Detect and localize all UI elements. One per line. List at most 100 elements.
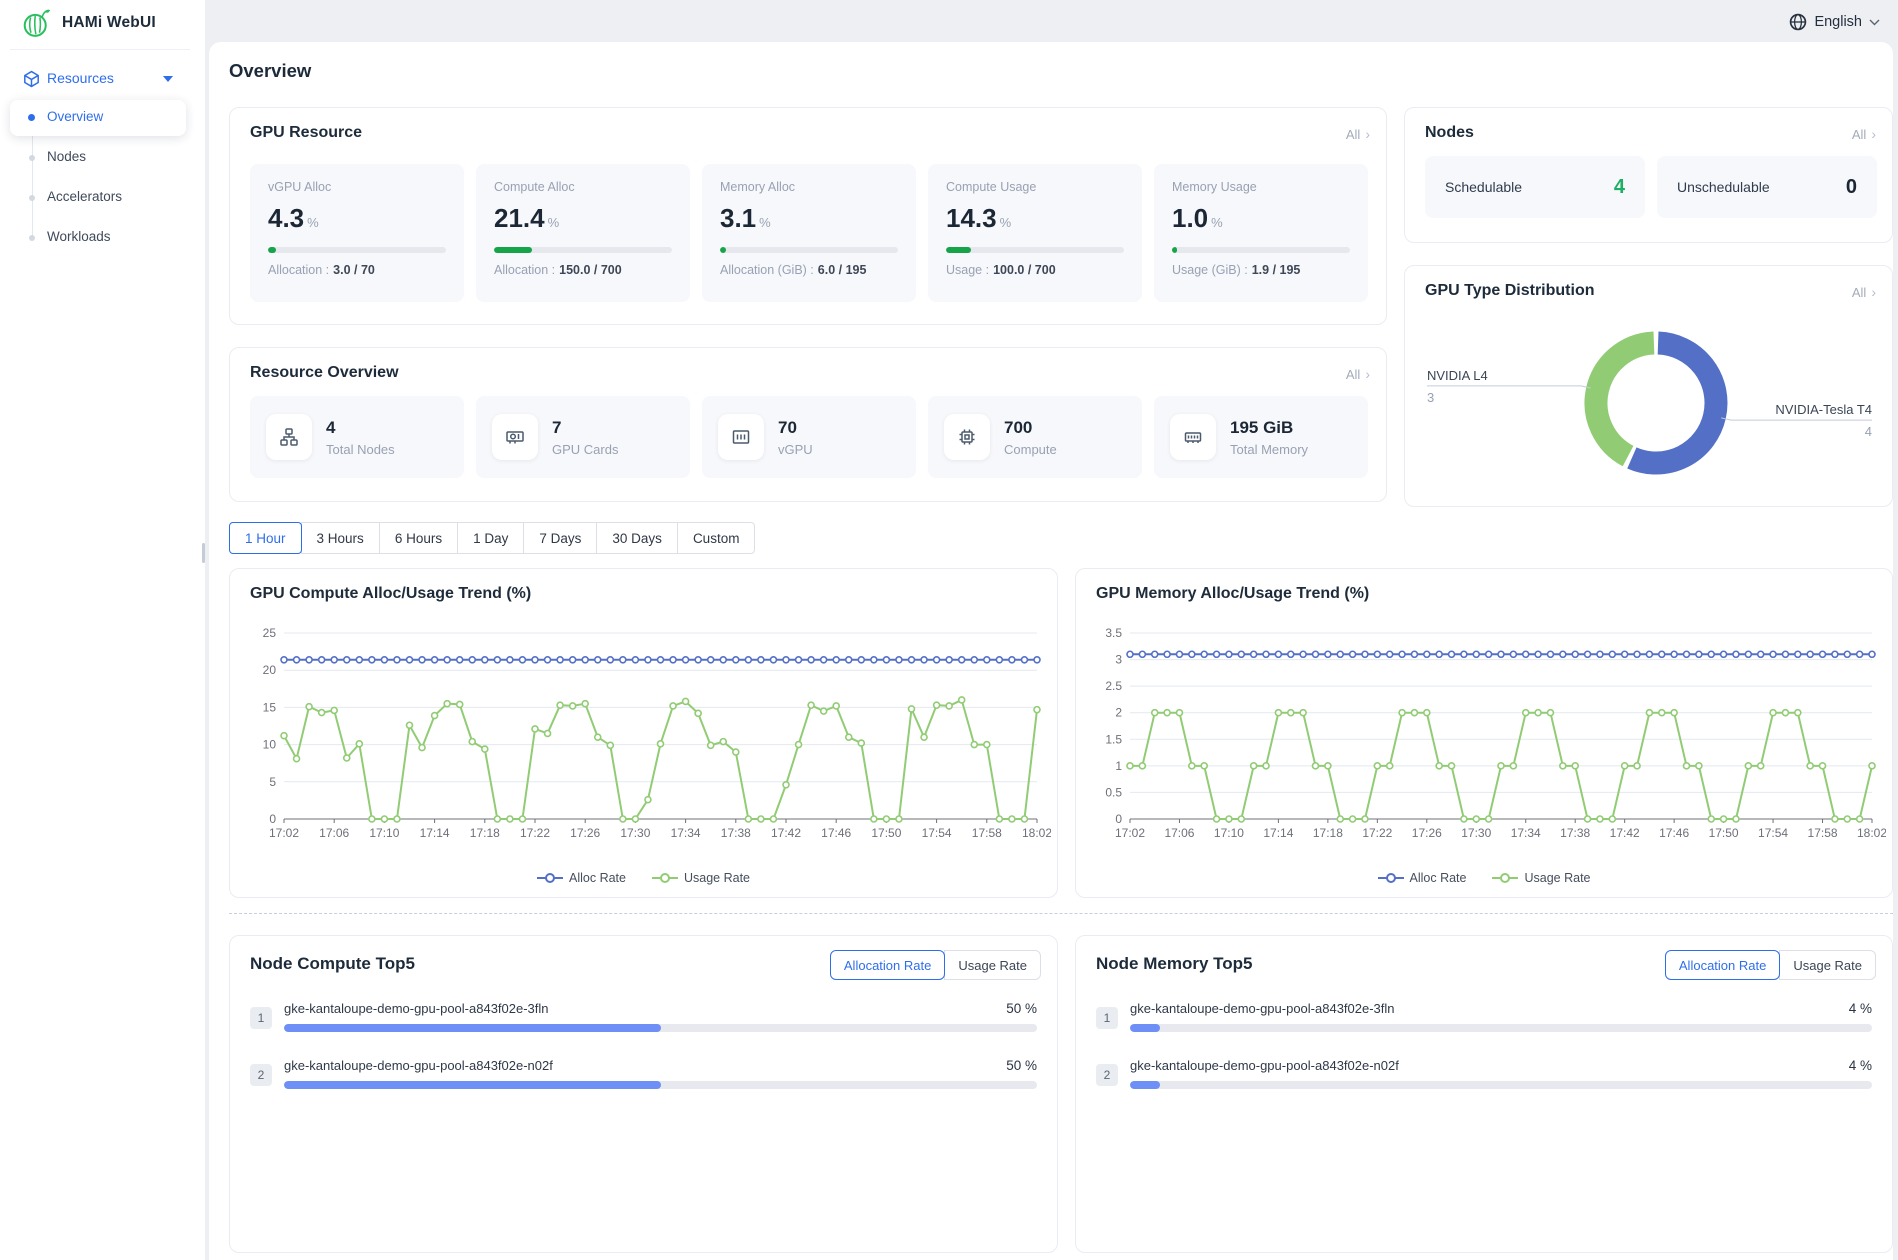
svg-text:18:02: 18:02 xyxy=(1857,826,1886,840)
progress-fill xyxy=(720,247,726,253)
rank-badge: 2 xyxy=(250,1064,272,1086)
sidebar-item-nodes[interactable]: Nodes xyxy=(10,140,186,176)
progress-fill xyxy=(1130,1081,1160,1089)
gpu-resource-panel: GPU Resource All › vGPU Alloc 4.3% Alloc… xyxy=(229,107,1387,325)
stat-value: 4.3 xyxy=(268,203,304,233)
tab-7-days[interactable]: 7 Days xyxy=(523,522,597,554)
stat-label: Memory Alloc xyxy=(720,180,898,194)
progress-fill xyxy=(284,1081,661,1089)
node-compute-top5-title: Node Compute Top5 xyxy=(250,954,415,974)
stat-caption: Allocation (GiB) : xyxy=(720,263,814,277)
gpu-resource-all-link[interactable]: All › xyxy=(1346,126,1370,142)
resource-overview-all-link[interactable]: All › xyxy=(1346,366,1370,382)
svg-text:17:10: 17:10 xyxy=(1214,826,1244,840)
table-row: 2 gke-kantaloupe-demo-gpu-pool-a843f02e-… xyxy=(1096,1055,1872,1103)
donut-value: 4 xyxy=(1865,424,1872,439)
svg-text:17:38: 17:38 xyxy=(1560,826,1590,840)
tab-6-hours[interactable]: 6 Hours xyxy=(379,522,458,554)
caret-down-icon xyxy=(163,76,173,82)
hami-webui-dashboard: HAMi WebUI Resources Overview Nodes Acce… xyxy=(0,0,1898,1260)
line-marker-icon xyxy=(652,873,678,883)
app-title: HAMi WebUI xyxy=(62,14,156,32)
tab-1-day[interactable]: 1 Day xyxy=(457,522,524,554)
tab-custom[interactable]: Custom xyxy=(677,522,756,554)
ro-value: 195 GiB xyxy=(1230,418,1308,438)
ro-value: 4 xyxy=(326,418,395,438)
tab-30-days[interactable]: 30 Days xyxy=(596,522,678,554)
stat-unit: % xyxy=(759,215,771,230)
stat-amount: 100.0 / 700 xyxy=(993,263,1056,277)
stat-value: 14.3 xyxy=(946,203,997,233)
svg-text:20: 20 xyxy=(263,663,277,677)
node-compute-top5-panel: Node Compute Top5 Allocation Rate Usage … xyxy=(229,935,1058,1253)
sidebar-section-resources[interactable]: Resources xyxy=(0,62,205,96)
progress-track xyxy=(720,247,898,253)
gpu-type-title: GPU Type Distribution xyxy=(1425,282,1594,300)
sidebar-item-accelerators[interactable]: Accelerators xyxy=(10,180,186,216)
stat-value: 1.0 xyxy=(1172,203,1208,233)
legend-label: Usage Rate xyxy=(1524,871,1590,885)
node-memory-top5-panel: Node Memory Top5 Allocation Rate Usage R… xyxy=(1075,935,1893,1253)
nodes-all-link[interactable]: All › xyxy=(1852,126,1876,142)
sidebar-item-label: Accelerators xyxy=(47,189,122,204)
svg-text:17:58: 17:58 xyxy=(972,826,1002,840)
svg-text:0.5: 0.5 xyxy=(1105,785,1122,799)
svg-text:17:06: 17:06 xyxy=(1164,826,1194,840)
compute-trend-title: GPU Compute Alloc/Usage Trend (%) xyxy=(250,585,531,603)
svg-text:17:50: 17:50 xyxy=(1709,826,1739,840)
ro-value: 700 xyxy=(1004,418,1057,438)
svg-text:17:18: 17:18 xyxy=(470,826,500,840)
language-selector[interactable]: English xyxy=(1789,10,1880,34)
stat-value: 3.1 xyxy=(720,203,756,233)
node-name: gke-kantaloupe-demo-gpu-pool-a843f02e-3f… xyxy=(284,1001,549,1016)
donut-leader-line xyxy=(1721,418,1872,420)
legend-usage-rate[interactable]: Usage Rate xyxy=(1492,871,1590,885)
sidebar-item-workloads[interactable]: Workloads xyxy=(10,220,186,256)
svg-text:17:50: 17:50 xyxy=(871,826,901,840)
vgpu-icon xyxy=(718,414,764,460)
svg-text:17:58: 17:58 xyxy=(1808,826,1838,840)
usage-rate-toggle[interactable]: Usage Rate xyxy=(944,950,1041,980)
language-label: English xyxy=(1814,14,1862,30)
progress-fill xyxy=(1130,1024,1160,1032)
gpu-stat-cards: vGPU Alloc 4.3% Allocation :3.0 / 70 Com… xyxy=(250,164,1368,302)
tab-3-hours[interactable]: 3 Hours xyxy=(301,522,380,554)
stat-amount: 150.0 / 700 xyxy=(559,263,622,277)
stat-card-compute-usage: Compute Usage 14.3% Usage :100.0 / 700 xyxy=(928,164,1142,302)
watermelon-logo-icon xyxy=(22,8,50,38)
page-title: Overview xyxy=(229,60,311,82)
ro-label: GPU Cards xyxy=(552,442,618,457)
svg-text:17:30: 17:30 xyxy=(1461,826,1491,840)
rate-toggle-group: Allocation Rate Usage Rate xyxy=(830,950,1041,980)
allocation-rate-toggle[interactable]: Allocation Rate xyxy=(830,950,945,980)
ro-label: Total Memory xyxy=(1230,442,1308,457)
svg-text:2: 2 xyxy=(1115,706,1122,720)
progress-track xyxy=(268,247,446,253)
svg-text:17:22: 17:22 xyxy=(1362,826,1392,840)
svg-text:17:18: 17:18 xyxy=(1313,826,1343,840)
sidebar-item-overview[interactable]: Overview xyxy=(10,100,186,136)
stat-amount: 3.0 / 70 xyxy=(333,263,375,277)
node-value: 4 % xyxy=(1849,1001,1872,1016)
svg-text:15: 15 xyxy=(263,700,277,714)
tree-dot-icon xyxy=(29,235,35,241)
svg-text:2.5: 2.5 xyxy=(1105,679,1122,693)
progress-track xyxy=(1130,1024,1872,1032)
sidebar-resize-handle[interactable] xyxy=(202,543,205,563)
gpu-type-all-link[interactable]: All › xyxy=(1852,284,1876,300)
tab-1-hour[interactable]: 1 Hour xyxy=(229,522,302,554)
svg-text:3: 3 xyxy=(1115,653,1122,667)
all-label: All xyxy=(1346,367,1360,382)
usage-rate-toggle[interactable]: Usage Rate xyxy=(1779,950,1876,980)
svg-text:17:26: 17:26 xyxy=(1412,826,1442,840)
legend-label: Alloc Rate xyxy=(569,871,626,885)
legend-alloc-rate[interactable]: Alloc Rate xyxy=(1378,871,1467,885)
svg-text:1: 1 xyxy=(1115,759,1122,773)
node-name: gke-kantaloupe-demo-gpu-pool-a843f02e-n0… xyxy=(1130,1058,1399,1073)
table-row: 1 gke-kantaloupe-demo-gpu-pool-a843f02e-… xyxy=(1096,998,1872,1046)
progress-track xyxy=(494,247,672,253)
legend-alloc-rate[interactable]: Alloc Rate xyxy=(537,871,626,885)
legend-usage-rate[interactable]: Usage Rate xyxy=(652,871,750,885)
allocation-rate-toggle[interactable]: Allocation Rate xyxy=(1665,950,1780,980)
stat-caption: Usage (GiB) : xyxy=(1172,263,1248,277)
